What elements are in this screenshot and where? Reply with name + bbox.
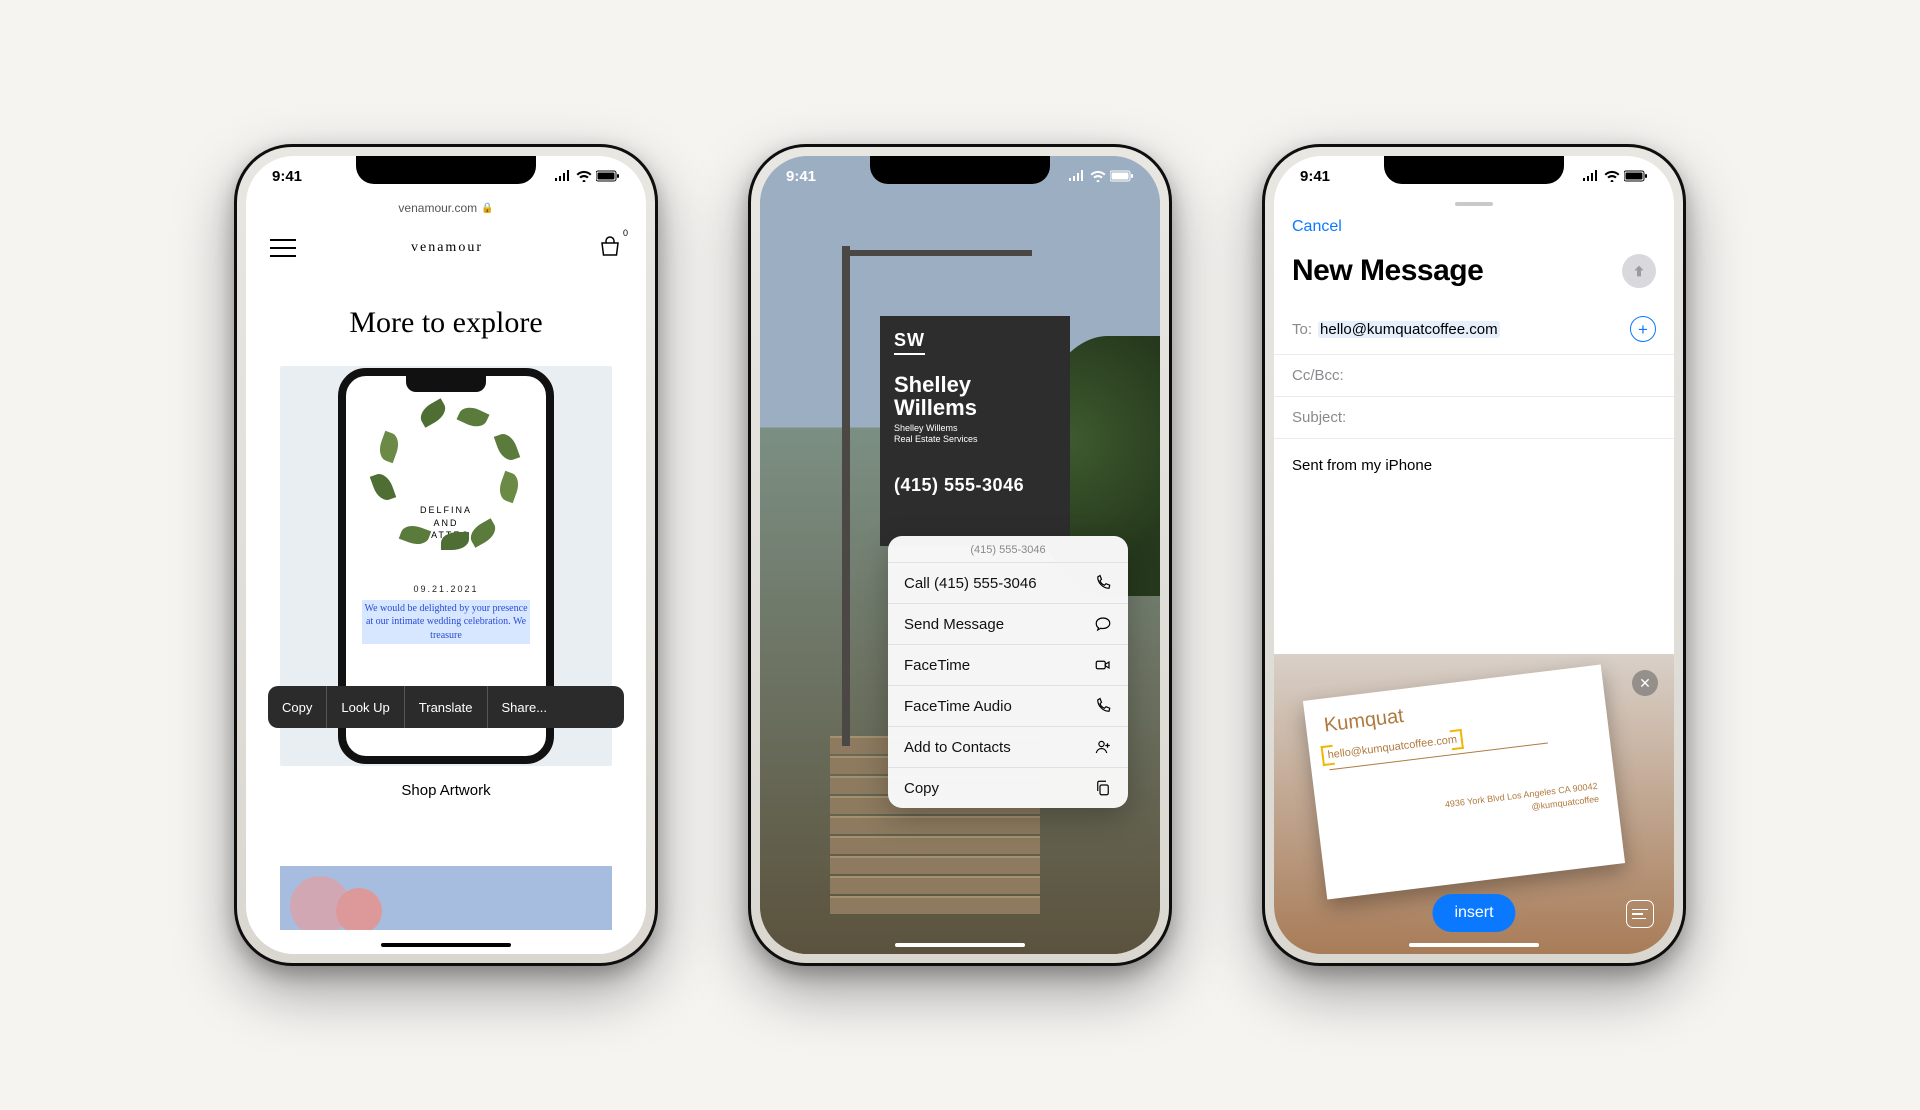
ctx-facetime[interactable]: FaceTime [888,645,1128,686]
send-button[interactable] [1622,254,1656,288]
compose-fields: To: hello@kumquatcoffee.com + Cc/Bcc: Su… [1274,304,1674,492]
status-time: 9:41 [1300,168,1330,185]
ccbcc-label: Cc/Bcc: [1292,367,1344,384]
subject-field[interactable]: Subject: [1274,397,1674,439]
ctx-facetime-audio[interactable]: FaceTime Audio [888,686,1128,727]
notch [1384,156,1564,184]
text-selection-menu: Copy Look Up Translate Share... [268,686,624,728]
video-icon [1094,656,1112,674]
card-address: 4936 York Blvd Los Angeles CA 90042 @kum… [1335,780,1600,837]
phone-icon [1094,697,1112,715]
battery-icon [596,170,620,182]
cellular-icon [1582,170,1600,182]
product-caption[interactable]: Shop Artwork [246,782,646,799]
share-action[interactable]: Share... [488,686,562,728]
live-text-icon[interactable] [1626,900,1654,928]
camera-scan-panel: ✕ Kumquat hello@kumquatcoffee.com 4936 Y… [1274,654,1674,954]
ccbcc-field[interactable]: Cc/Bcc: [1274,355,1674,397]
notch [356,156,536,184]
brand-logo[interactable]: venamour [411,240,483,256]
ctx-call[interactable]: Call (415) 555-3046 [888,563,1128,604]
wifi-icon [576,170,592,182]
menu-button[interactable] [270,239,296,257]
to-label: To: [1292,321,1312,338]
phone-mail-compose: 9:41 Cancel New Message To: hello@kumqua… [1262,144,1686,966]
sheet-grabber[interactable] [1455,202,1493,206]
sign-name: ShelleyWillems [894,373,1056,419]
message-icon [1094,615,1112,633]
sign-logo: SW [894,330,925,355]
real-estate-sign: SW ShelleyWillems Shelley WillemsReal Es… [880,316,1070,546]
phone-camera-livetext: SW ShelleyWillems Shelley WillemsReal Es… [748,144,1172,966]
insert-button[interactable]: insert [1432,894,1515,932]
add-recipient-button[interactable]: + [1630,316,1656,342]
home-indicator[interactable] [381,943,511,947]
status-icons [1068,170,1134,182]
status-time: 9:41 [786,168,816,185]
wreath-illustration [371,400,521,550]
address-bar[interactable]: venamour.com 🔒 [246,196,646,220]
phone-safari: 9:41 venamour.com 🔒 venamour 0 More to e… [234,144,658,966]
lock-icon: 🔒 [481,203,493,214]
phone-icon [1094,574,1112,592]
signature: Sent from my iPhone [1292,457,1656,474]
sign-phone[interactable]: (415) 555-3046 [894,475,1056,496]
ctx-add-contact[interactable]: Add to Contacts [888,727,1128,768]
scanned-business-card: Kumquat hello@kumquatcoffee.com 4936 Yor… [1303,664,1625,899]
cart-badge: 0 [623,228,628,238]
ctx-copy[interactable]: Copy [888,768,1128,808]
hero-heading: More to explore [246,306,646,340]
battery-icon [1110,170,1134,182]
status-time: 9:41 [272,168,302,185]
to-value: hello@kumquatcoffee.com [1318,321,1500,338]
status-icons [554,170,620,182]
ctx-title: (415) 555-3046 [888,536,1128,563]
ctx-message[interactable]: Send Message [888,604,1128,645]
copy-icon [1094,779,1112,797]
to-field[interactable]: To: hello@kumquatcoffee.com + [1274,304,1674,355]
add-contact-icon [1094,738,1112,756]
subject-label: Subject: [1292,409,1346,426]
lookup-action[interactable]: Look Up [327,686,404,728]
wifi-icon [1090,170,1106,182]
cart-icon [598,236,622,260]
cellular-icon [1068,170,1086,182]
message-body[interactable]: Sent from my iPhone [1274,439,1674,492]
home-indicator[interactable] [895,943,1025,947]
translate-action[interactable]: Translate [405,686,488,728]
battery-icon [1624,170,1648,182]
site-header: venamour 0 [246,220,646,276]
sign-pole [842,246,850,746]
notch [870,156,1050,184]
url-text: venamour.com [398,201,477,215]
home-indicator[interactable] [1409,943,1539,947]
close-scan-button[interactable]: ✕ [1632,670,1658,696]
next-card-peek[interactable] [280,866,612,930]
arrow-up-icon [1631,263,1647,279]
cart-button[interactable]: 0 [598,236,622,260]
copy-action[interactable]: Copy [268,686,327,728]
sign-subtext: Shelley WillemsReal Estate Services [894,423,1056,445]
invitation-date: 09.21.2021 [346,584,546,594]
status-icons [1582,170,1648,182]
wifi-icon [1604,170,1620,182]
cellular-icon [554,170,572,182]
cancel-button[interactable]: Cancel [1292,218,1342,236]
card-email: hello@kumquatcoffee.com [1327,734,1458,762]
compose-title: New Message [1292,254,1483,288]
sign-arm [842,250,1032,256]
selected-text[interactable]: We would be delighted by your presence a… [362,600,530,645]
phone-context-menu: (415) 555-3046 Call (415) 555-3046 Send … [888,536,1128,808]
